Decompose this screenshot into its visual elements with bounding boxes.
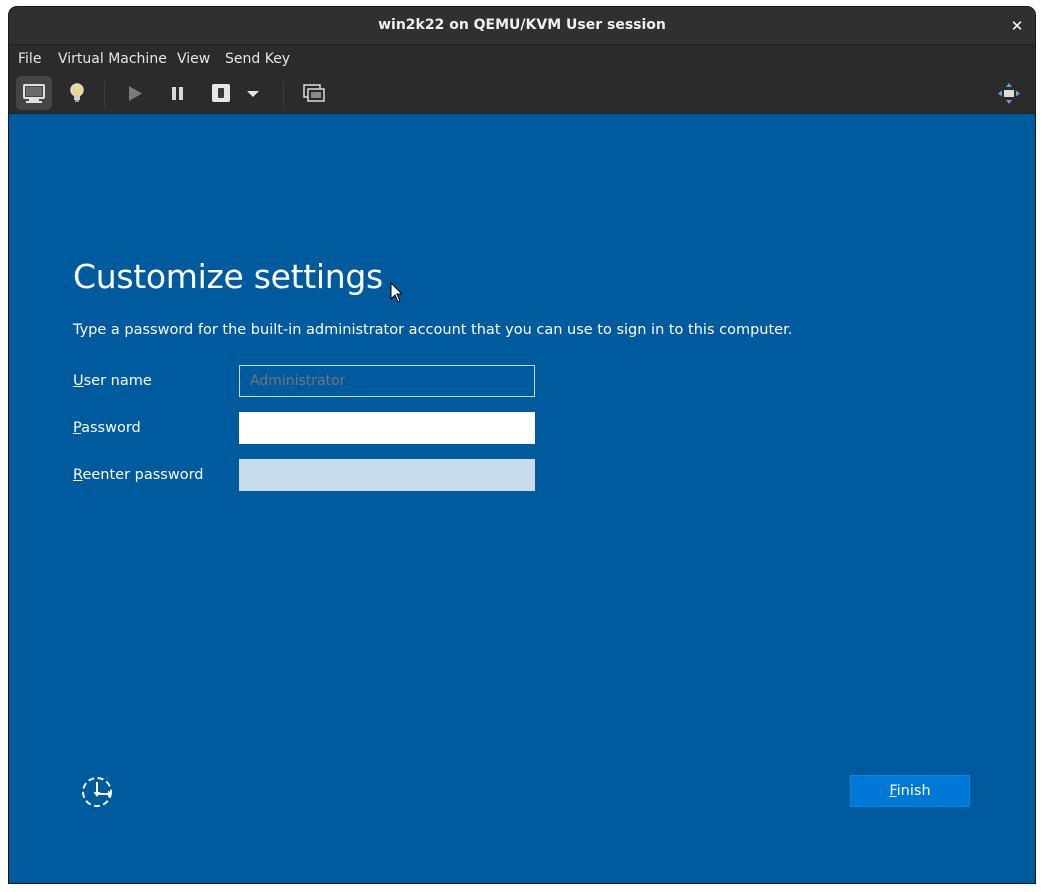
menu-send-key[interactable]: Send Key bbox=[225, 51, 290, 67]
finish-label-text: inish bbox=[896, 783, 931, 799]
close-button[interactable]: ✕ bbox=[1007, 16, 1027, 36]
run-button[interactable] bbox=[116, 76, 152, 110]
toolbar-separator bbox=[283, 81, 284, 107]
mouse-pointer-icon bbox=[390, 282, 404, 303]
run-play-icon bbox=[129, 86, 142, 101]
ease-of-access-button[interactable] bbox=[79, 774, 115, 810]
shutdown-icon bbox=[212, 84, 230, 102]
console-icon bbox=[23, 84, 45, 103]
password-label: Password bbox=[73, 420, 141, 436]
toolbar-separator bbox=[104, 81, 105, 107]
username-field bbox=[239, 365, 535, 397]
pause-button[interactable] bbox=[160, 76, 196, 110]
reenter-password-field[interactable] bbox=[239, 459, 535, 491]
username-label: User name bbox=[73, 373, 152, 389]
menu-view[interactable]: View bbox=[177, 51, 210, 67]
password-access-key: P bbox=[73, 420, 82, 436]
menu-bar: File Virtual Machine View Send Key bbox=[9, 45, 1035, 73]
dropdown-arrow-icon bbox=[247, 91, 259, 97]
shutdown-dropdown[interactable] bbox=[241, 76, 265, 110]
page-title: Customize settings bbox=[73, 257, 383, 296]
fullscreen-icon bbox=[998, 83, 1020, 104]
window-title: win2k22 on QEMU/KVM User session bbox=[378, 17, 666, 33]
ease-of-access-icon bbox=[82, 777, 112, 807]
instructions-text: Type a password for the built-in adminis… bbox=[73, 322, 793, 338]
username-access-key: U bbox=[73, 373, 84, 389]
snapshots-icon bbox=[303, 84, 325, 102]
vm-display[interactable]: Customize settings Type a password for t… bbox=[9, 114, 1035, 883]
username-label-text: ser name bbox=[83, 373, 152, 389]
pause-icon bbox=[172, 87, 183, 100]
reenter-password-label: Reenter password bbox=[73, 467, 204, 483]
fullscreen-button[interactable] bbox=[991, 76, 1027, 110]
menu-virtual-machine[interactable]: Virtual Machine bbox=[58, 51, 167, 67]
vm-window: win2k22 on QEMU/KVM User session ✕ File … bbox=[9, 7, 1035, 883]
toolbar bbox=[9, 73, 1035, 114]
password-label-text: assword bbox=[81, 420, 141, 436]
shutdown-button[interactable] bbox=[203, 76, 239, 110]
console-button[interactable] bbox=[16, 76, 52, 110]
title-bar: win2k22 on QEMU/KVM User session ✕ bbox=[9, 7, 1035, 45]
details-lightbulb-icon bbox=[70, 83, 84, 102]
finish-button[interactable]: Finish bbox=[850, 775, 970, 807]
details-button[interactable] bbox=[59, 76, 95, 110]
password-field[interactable] bbox=[239, 412, 535, 444]
snapshots-button[interactable] bbox=[296, 76, 332, 110]
finish-access-key: F bbox=[889, 783, 897, 799]
menu-file[interactable]: File bbox=[18, 51, 41, 67]
reenter-label-text: eenter password bbox=[82, 467, 204, 483]
